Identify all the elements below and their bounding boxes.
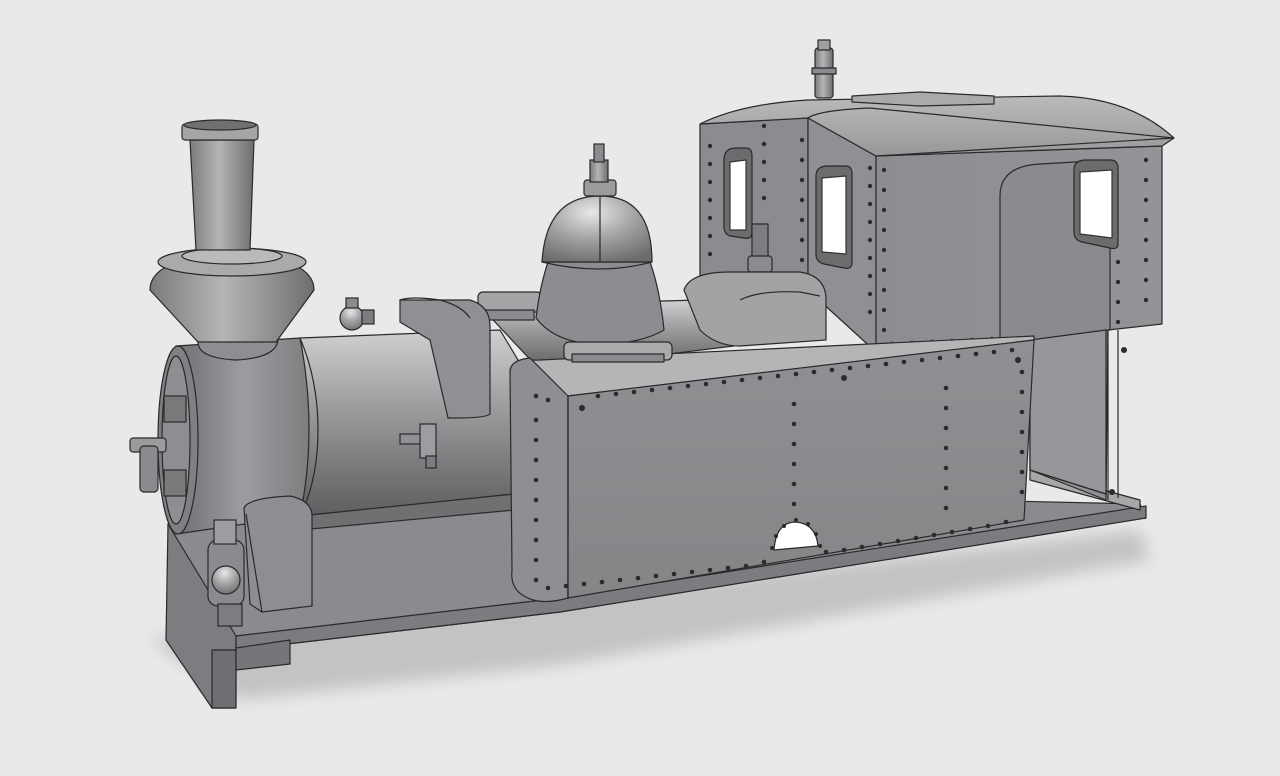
boiler [299,297,531,531]
model-viewport[interactable] [0,0,1280,776]
chimney [149,119,315,361]
locomotive-render [129,39,1175,709]
steam-dome [535,143,665,345]
